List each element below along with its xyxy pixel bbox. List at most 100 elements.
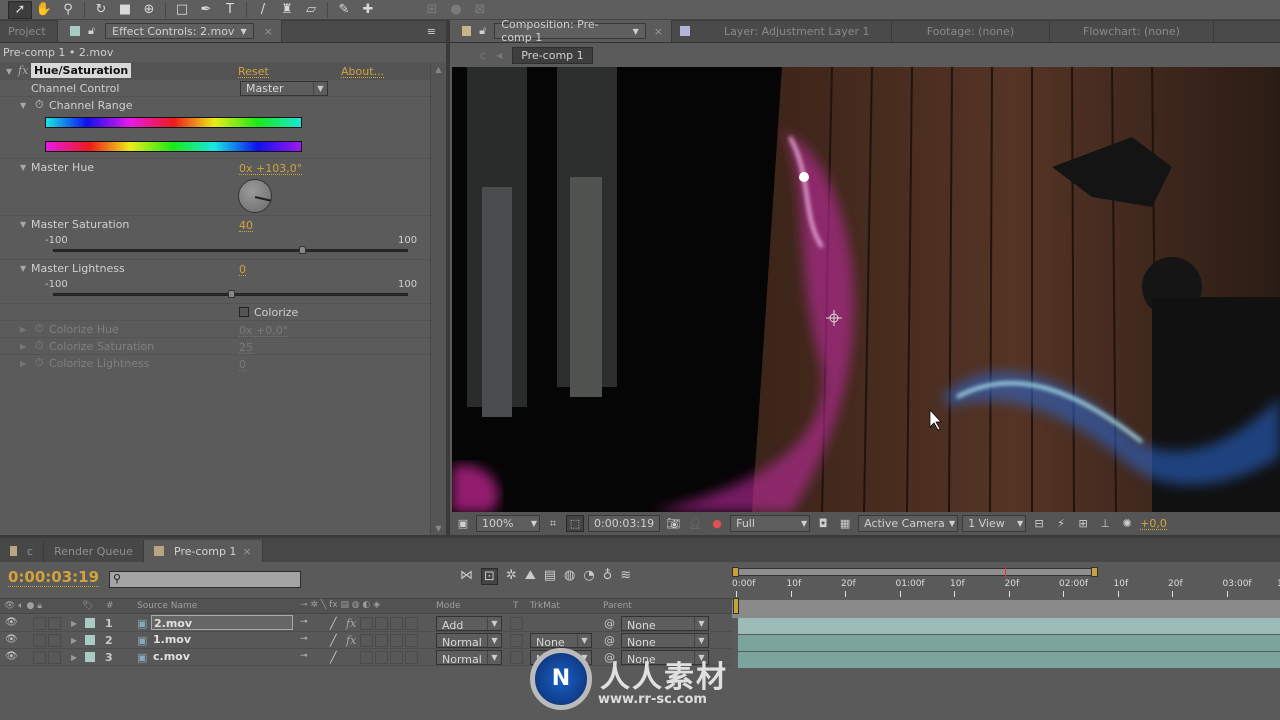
stopwatch-icon[interactable]: ⏱︎ bbox=[35, 356, 44, 370]
reset-exposure-icon[interactable]: ✺ bbox=[1118, 515, 1136, 532]
pan-behind-tool-icon[interactable]: ⊕ bbox=[137, 1, 161, 19]
eye-icon[interactable]: 👁︎ bbox=[5, 617, 18, 628]
master-saturation-value[interactable]: 40 bbox=[239, 220, 253, 232]
timeline-icon[interactable]: ⊞ bbox=[1074, 515, 1092, 532]
stopwatch-icon[interactable]: ⏱︎ bbox=[35, 98, 44, 112]
eye-icon[interactable]: 👁︎ bbox=[5, 651, 18, 662]
slider-knob[interactable] bbox=[227, 290, 235, 298]
switch-box[interactable] bbox=[405, 651, 418, 664]
close-icon[interactable]: × bbox=[242, 545, 251, 558]
work-area-end-handle[interactable] bbox=[1091, 567, 1098, 577]
tab-flowchart[interactable]: Flowchart: (none) bbox=[1050, 20, 1214, 42]
nav-comp-c[interactable]: c bbox=[480, 49, 486, 62]
color-channels-icon[interactable]: ● bbox=[708, 515, 726, 532]
scroll-up-icon[interactable]: ▲ bbox=[431, 65, 446, 74]
stopwatch-icon[interactable]: ⏱︎ bbox=[35, 322, 44, 336]
layer-bar-1[interactable] bbox=[738, 618, 1280, 634]
lock-switch[interactable] bbox=[48, 634, 61, 647]
switch-box[interactable] bbox=[375, 634, 388, 647]
quality-icon[interactable]: ╱ bbox=[330, 617, 337, 630]
graph-editor-icon[interactable]: ≋ bbox=[620, 568, 631, 585]
layer-search-input[interactable]: ⚲ bbox=[109, 571, 301, 588]
composition-dropdown[interactable]: Composition: Pre-comp 1 ▼ bbox=[494, 18, 646, 44]
always-preview-icon[interactable]: ▣ bbox=[454, 515, 472, 532]
hide-shy-layers-icon[interactable]: ✲ bbox=[506, 568, 517, 585]
flowchart-icon[interactable]: ⊥ bbox=[1096, 515, 1114, 532]
channel-range-input-bar[interactable] bbox=[45, 117, 302, 128]
view-axis-icon[interactable]: ⊠ bbox=[468, 1, 492, 19]
switch-box[interactable] bbox=[390, 651, 403, 664]
channel-range-output-bar[interactable] bbox=[45, 141, 302, 152]
roto-brush-tool-icon[interactable]: ✎ bbox=[332, 1, 356, 19]
master-hue-dial[interactable] bbox=[238, 179, 272, 213]
label-color-swatch[interactable] bbox=[85, 652, 95, 662]
lock-icon[interactable]: 🔓︎ bbox=[479, 24, 486, 38]
current-time-indicator[interactable] bbox=[733, 598, 739, 614]
master-saturation-slider[interactable] bbox=[53, 246, 408, 254]
hand-tool-icon[interactable]: ✋ bbox=[32, 1, 56, 19]
selection-tool-icon[interactable]: ➚ bbox=[8, 0, 32, 19]
pen-tool-icon[interactable]: ✒ bbox=[194, 1, 218, 19]
tab-precomp-1[interactable]: Pre-comp 1 × bbox=[144, 540, 263, 562]
colorize-hue-value[interactable]: 0x +0,0° bbox=[239, 325, 289, 337]
expand-triangle-icon[interactable]: ▼ bbox=[20, 163, 26, 172]
fast-previews-icon[interactable]: ⚡︎ bbox=[1052, 515, 1070, 532]
solo-switch[interactable] bbox=[33, 651, 46, 664]
current-time-field[interactable]: 0:00:03:19 bbox=[588, 515, 661, 532]
tab-composition[interactable]: 🔓︎ Composition: Pre-comp 1 ▼ × bbox=[450, 18, 672, 44]
view-layout-dropdown[interactable]: 1 View ▼ bbox=[962, 515, 1027, 532]
switch-box[interactable] bbox=[360, 634, 373, 647]
close-icon[interactable]: × bbox=[264, 25, 273, 38]
shy-icon[interactable]: ⊸ bbox=[300, 634, 308, 644]
expand-triangle-icon[interactable]: ▶ bbox=[71, 653, 77, 662]
blend-mode-dropdown[interactable]: Normal ▼ bbox=[436, 650, 502, 666]
safe-margins-icon[interactable]: ⌗ bbox=[544, 515, 562, 532]
puppet-pin-tool-icon[interactable]: ✚ bbox=[356, 1, 380, 19]
switch-box[interactable] bbox=[375, 651, 388, 664]
expand-triangle-icon[interactable]: ▶ bbox=[20, 342, 26, 351]
master-lightness-value[interactable]: 0 bbox=[239, 264, 246, 276]
cti-track[interactable] bbox=[732, 600, 1280, 618]
rotation-tool-icon[interactable]: ↻ bbox=[89, 1, 113, 19]
eraser-tool-icon[interactable]: ▱ bbox=[299, 1, 323, 19]
layer-name[interactable]: 1.mov bbox=[151, 632, 293, 647]
expand-triangle-icon[interactable]: ▼ bbox=[6, 67, 12, 76]
layer-row[interactable]: 👁︎ ▶ 1 ▣ 2.mov ⊸ ╱ fx Add ▼ @ None ▼ bbox=[0, 615, 732, 632]
mask-visibility-icon[interactable]: ⬚ bbox=[566, 515, 584, 532]
work-area-bar[interactable] bbox=[734, 568, 1094, 576]
quality-icon[interactable]: ╱ bbox=[330, 651, 337, 664]
axis-mode-icon[interactable]: ⊞ bbox=[420, 1, 444, 19]
live-update-icon[interactable]: ♁ bbox=[603, 568, 613, 585]
effect-name[interactable]: Hue/Saturation bbox=[31, 63, 132, 78]
transparency-grid-icon[interactable]: ▦ bbox=[836, 515, 854, 532]
switch-box[interactable] bbox=[360, 651, 373, 664]
shy-icon[interactable]: ⊸ bbox=[300, 617, 308, 627]
about-link[interactable]: About... bbox=[341, 66, 385, 78]
current-time-display[interactable]: 0:00:03:19 bbox=[8, 568, 100, 587]
pick-whip-icon[interactable]: @ bbox=[604, 617, 615, 630]
expand-triangle-icon[interactable]: ▶ bbox=[20, 359, 26, 368]
expand-triangle-icon[interactable]: ▼ bbox=[20, 220, 26, 229]
colorize-lightness-value[interactable]: 0 bbox=[239, 359, 246, 371]
vertical-scrollbar[interactable]: ▲ ▼ bbox=[430, 63, 446, 535]
expand-triangle-icon[interactable]: ▼ bbox=[20, 101, 26, 110]
master-hue-value[interactable]: 0x +103,0° bbox=[239, 163, 303, 175]
tab-layer[interactable]: Layer: Adjustment Layer 1 bbox=[672, 20, 892, 42]
label-color-swatch[interactable] bbox=[85, 618, 95, 628]
blend-mode-dropdown[interactable]: Normal ▼ bbox=[436, 633, 502, 649]
switch-box[interactable] bbox=[390, 617, 403, 630]
camera-tool-icon[interactable]: ■ bbox=[113, 1, 137, 19]
panel-menu-icon[interactable]: ≡ bbox=[417, 20, 446, 42]
layer-name[interactable]: c.mov bbox=[151, 649, 293, 664]
camera-view-dropdown[interactable]: Active Camera ▼ bbox=[858, 515, 959, 532]
auto-keyframe-icon[interactable]: ◔ bbox=[583, 568, 594, 585]
preserve-transparency-switch[interactable] bbox=[510, 651, 523, 664]
fx-switch-icon[interactable]: fx bbox=[346, 617, 356, 630]
switch-box[interactable] bbox=[360, 617, 373, 630]
effect-controls-dropdown[interactable]: Effect Controls: 2.mov ▼ bbox=[105, 23, 254, 39]
solo-switch[interactable] bbox=[33, 617, 46, 630]
expand-triangle-icon[interactable]: ▶ bbox=[20, 325, 26, 334]
label-color-swatch[interactable] bbox=[85, 635, 95, 645]
rectangle-tool-icon[interactable]: □ bbox=[170, 1, 194, 19]
tab-comp-c[interactable]: c bbox=[0, 540, 44, 562]
